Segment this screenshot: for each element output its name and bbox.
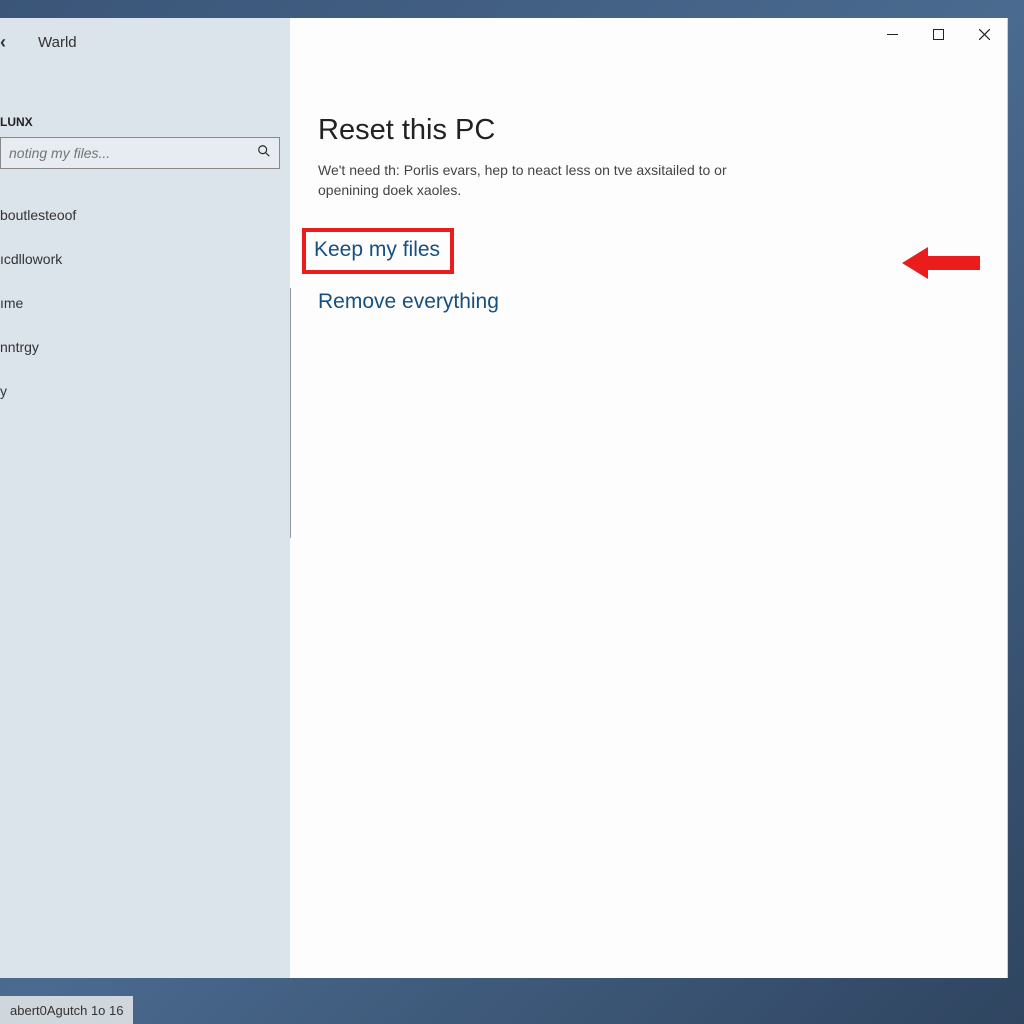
sidebar-item[interactable]: boutlesteoof — [0, 193, 290, 237]
sidebar-item[interactable]: ıme — [0, 281, 290, 325]
back-icon[interactable]: ‹ — [0, 32, 6, 53]
sidebar-item[interactable]: ıcdllowork — [0, 237, 290, 281]
search-icon[interactable] — [249, 144, 279, 162]
page-description: We't need th: Porlis evars, hep to neact… — [290, 161, 770, 228]
maximize-button[interactable] — [915, 18, 961, 50]
close-button[interactable] — [961, 18, 1007, 50]
arrow-annotation-icon — [902, 243, 982, 283]
sidebar-item[interactable]: y — [0, 369, 290, 413]
sidebar-item[interactable]: nntrgy — [0, 325, 290, 369]
option-keep-files[interactable]: Keep my files — [302, 228, 454, 274]
search-box[interactable] — [0, 137, 280, 169]
app-label: Warld — [38, 34, 77, 51]
minimize-button[interactable] — [869, 18, 915, 50]
sidebar-header: ‹ Warld — [0, 18, 290, 67]
sidebar: ‹ Warld LUNX boutlesteoof ıcdllowork ıme… — [0, 18, 290, 978]
option-remove-everything-wrap: Remove everything — [290, 278, 1007, 326]
sidebar-section-label: LUNX — [0, 67, 290, 137]
taskbar-badge[interactable]: abert0Agutch 1o 16 — [0, 996, 133, 1024]
settings-window: ‹ Warld LUNX boutlesteoof ıcdllowork ıme… — [0, 18, 1008, 978]
taskbar-badge-label: abert0Agutch 1o 16 — [10, 1003, 123, 1018]
option-remove-everything[interactable]: Remove everything — [306, 278, 509, 326]
option-keep-files-wrap: Keep my files — [290, 228, 1007, 274]
main-panel: Reset this PC We't need th: Porlis evars… — [290, 18, 1007, 978]
panel-divider — [290, 288, 291, 538]
window-controls — [869, 18, 1007, 50]
search-input[interactable] — [1, 141, 249, 165]
